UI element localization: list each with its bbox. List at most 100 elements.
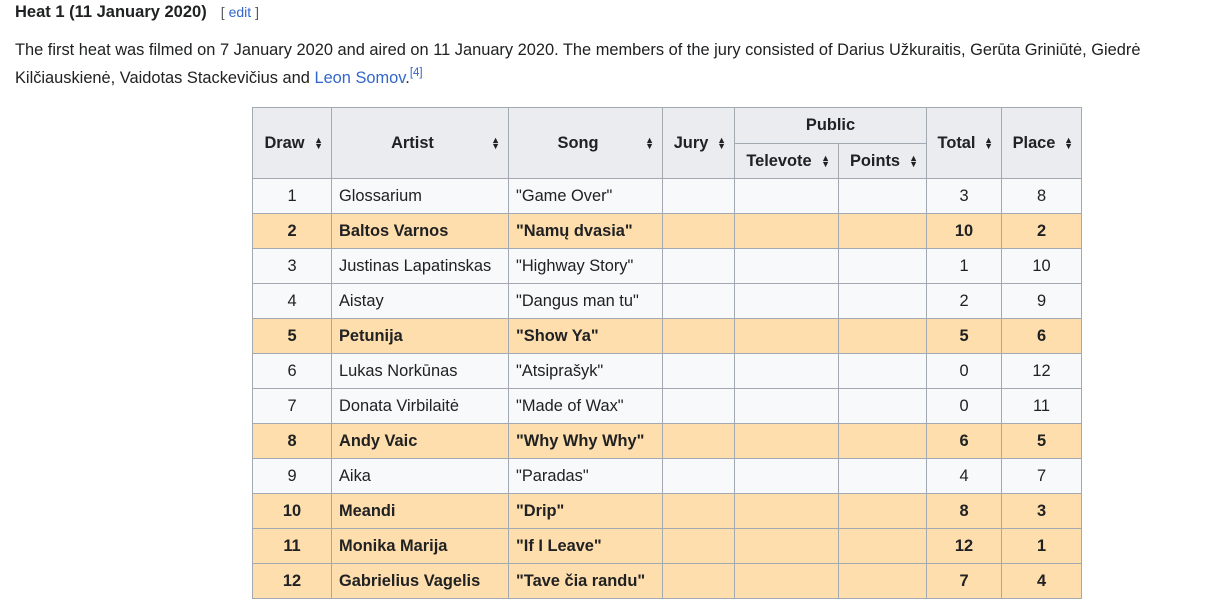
cell-place: 1	[1001, 528, 1082, 564]
cell-place: 3	[1001, 493, 1082, 529]
cell-artist: Andy Vaic	[331, 423, 509, 459]
sort-icon: ▲ ▼	[717, 135, 726, 151]
header-points[interactable]: Points ▲ ▼	[838, 143, 927, 179]
table-row: 5 Petunija "Show Ya" 5 6	[252, 318, 1082, 354]
cell-jury	[662, 528, 735, 564]
cell-place: 8	[1001, 178, 1082, 214]
cell-televote	[734, 283, 839, 319]
cell-jury	[662, 458, 735, 494]
cell-place: 4	[1001, 563, 1082, 599]
cell-points	[838, 318, 927, 354]
cell-total: 6	[926, 423, 1002, 459]
cell-televote	[734, 458, 839, 494]
cell-song: "Show Ya"	[508, 318, 663, 354]
cell-song: "Namų dvasia"	[508, 213, 663, 249]
cell-artist: Gabrielius Vagelis	[331, 563, 509, 599]
table-row: 7 Donata Virbilaitė "Made of Wax" 0 11	[252, 388, 1082, 424]
sort-icon: ▲ ▼	[1064, 135, 1073, 151]
cell-points	[838, 213, 927, 249]
cell-televote	[734, 213, 839, 249]
sort-icon: ▲ ▼	[645, 135, 654, 151]
table-row: 8 Andy Vaic "Why Why Why" 6 5	[252, 423, 1082, 459]
cell-song: "Dangus man tu"	[508, 283, 663, 319]
header-draw[interactable]: Draw ▲ ▼	[252, 107, 332, 179]
citation-link[interactable]: [4]	[410, 67, 423, 79]
header-song[interactable]: Song ▲ ▼	[508, 107, 663, 179]
cell-televote	[734, 493, 839, 529]
cell-points	[838, 388, 927, 424]
cell-place: 7	[1001, 458, 1082, 494]
cell-artist: Donata Virbilaitė	[331, 388, 509, 424]
sort-icon: ▲ ▼	[909, 153, 918, 169]
cell-jury	[662, 213, 735, 249]
cell-points	[838, 458, 927, 494]
cell-draw: 1	[252, 178, 332, 214]
cell-points	[838, 248, 927, 284]
header-artist[interactable]: Artist ▲ ▼	[331, 107, 509, 179]
header-total[interactable]: Total ▲ ▼	[926, 107, 1002, 179]
cell-televote	[734, 353, 839, 389]
cell-song: "Tave čia randu"	[508, 563, 663, 599]
cell-televote	[734, 178, 839, 214]
cell-draw: 4	[252, 283, 332, 319]
table-row: 11 Monika Marija "If I Leave" 12 1	[252, 528, 1082, 564]
cell-draw: 6	[252, 353, 332, 389]
cell-total: 0	[926, 388, 1002, 424]
table-row: 4 Aistay "Dangus man tu" 2 9	[252, 283, 1082, 319]
cell-televote	[734, 528, 839, 564]
cell-place: 2	[1001, 213, 1082, 249]
table-row: 9 Aika "Paradas" 4 7	[252, 458, 1082, 494]
cell-total: 10	[926, 213, 1002, 249]
table-row: 12 Gabrielius Vagelis "Tave čia randu" 7 4	[252, 563, 1082, 599]
cell-jury	[662, 388, 735, 424]
cell-place: 6	[1001, 318, 1082, 354]
cell-total: 8	[926, 493, 1002, 529]
edit-section: [edit]	[220, 4, 260, 20]
cell-artist: Meandi	[331, 493, 509, 529]
cell-jury	[662, 423, 735, 459]
cell-points	[838, 353, 927, 389]
cell-total: 0	[926, 353, 1002, 389]
table-row: 3 Justinas Lapatinskas "Highway Story" 1 10	[252, 248, 1082, 284]
cell-song: "Made of Wax"	[508, 388, 663, 424]
cell-artist: Glossarium	[331, 178, 509, 214]
cell-artist: Justinas Lapatinskas	[331, 248, 509, 284]
cell-points	[838, 178, 927, 214]
cell-jury	[662, 283, 735, 319]
header-televote[interactable]: Televote ▲ ▼	[734, 143, 839, 179]
cell-song: "Game Over"	[508, 178, 663, 214]
cell-draw: 12	[252, 563, 332, 599]
sort-icon: ▲ ▼	[491, 135, 500, 151]
cell-draw: 5	[252, 318, 332, 354]
cell-place: 10	[1001, 248, 1082, 284]
cell-jury	[662, 563, 735, 599]
leon-somov-link[interactable]: Leon Somov	[314, 69, 405, 87]
cell-song: "Why Why Why"	[508, 423, 663, 459]
edit-link[interactable]: edit	[225, 4, 256, 20]
section-title: Heat 1 (11 January 2020)	[15, 3, 207, 21]
cell-televote	[734, 563, 839, 599]
cell-place: 12	[1001, 353, 1082, 389]
cell-artist: Baltos Varnos	[331, 213, 509, 249]
table-row: 6 Lukas Norkūnas "Atsiprašyk" 0 12	[252, 353, 1082, 389]
cell-total: 3	[926, 178, 1002, 214]
cell-total: 4	[926, 458, 1002, 494]
heat-description: The first heat was filmed on 7 January 2…	[15, 41, 1141, 87]
cell-draw: 8	[252, 423, 332, 459]
header-public: Public	[734, 107, 927, 144]
cell-points	[838, 283, 927, 319]
cell-jury	[662, 318, 735, 354]
cell-song: "Paradas"	[508, 458, 663, 494]
cell-song: "Drip"	[508, 493, 663, 529]
cell-draw: 7	[252, 388, 332, 424]
cell-place: 9	[1001, 283, 1082, 319]
citation-ref: [4]	[410, 67, 423, 79]
description-text: The first heat was filmed on 7 January 2…	[15, 41, 1141, 87]
cell-place: 11	[1001, 388, 1082, 424]
cell-artist: Lukas Norkūnas	[331, 353, 509, 389]
table-row: 2 Baltos Varnos "Namų dvasia" 10 2	[252, 213, 1082, 249]
header-jury[interactable]: Jury ▲ ▼	[662, 107, 735, 179]
header-place[interactable]: Place ▲ ▼	[1001, 107, 1082, 179]
section-heading: Heat 1 (11 January 2020) [edit]	[15, 2, 259, 22]
cell-jury	[662, 248, 735, 284]
